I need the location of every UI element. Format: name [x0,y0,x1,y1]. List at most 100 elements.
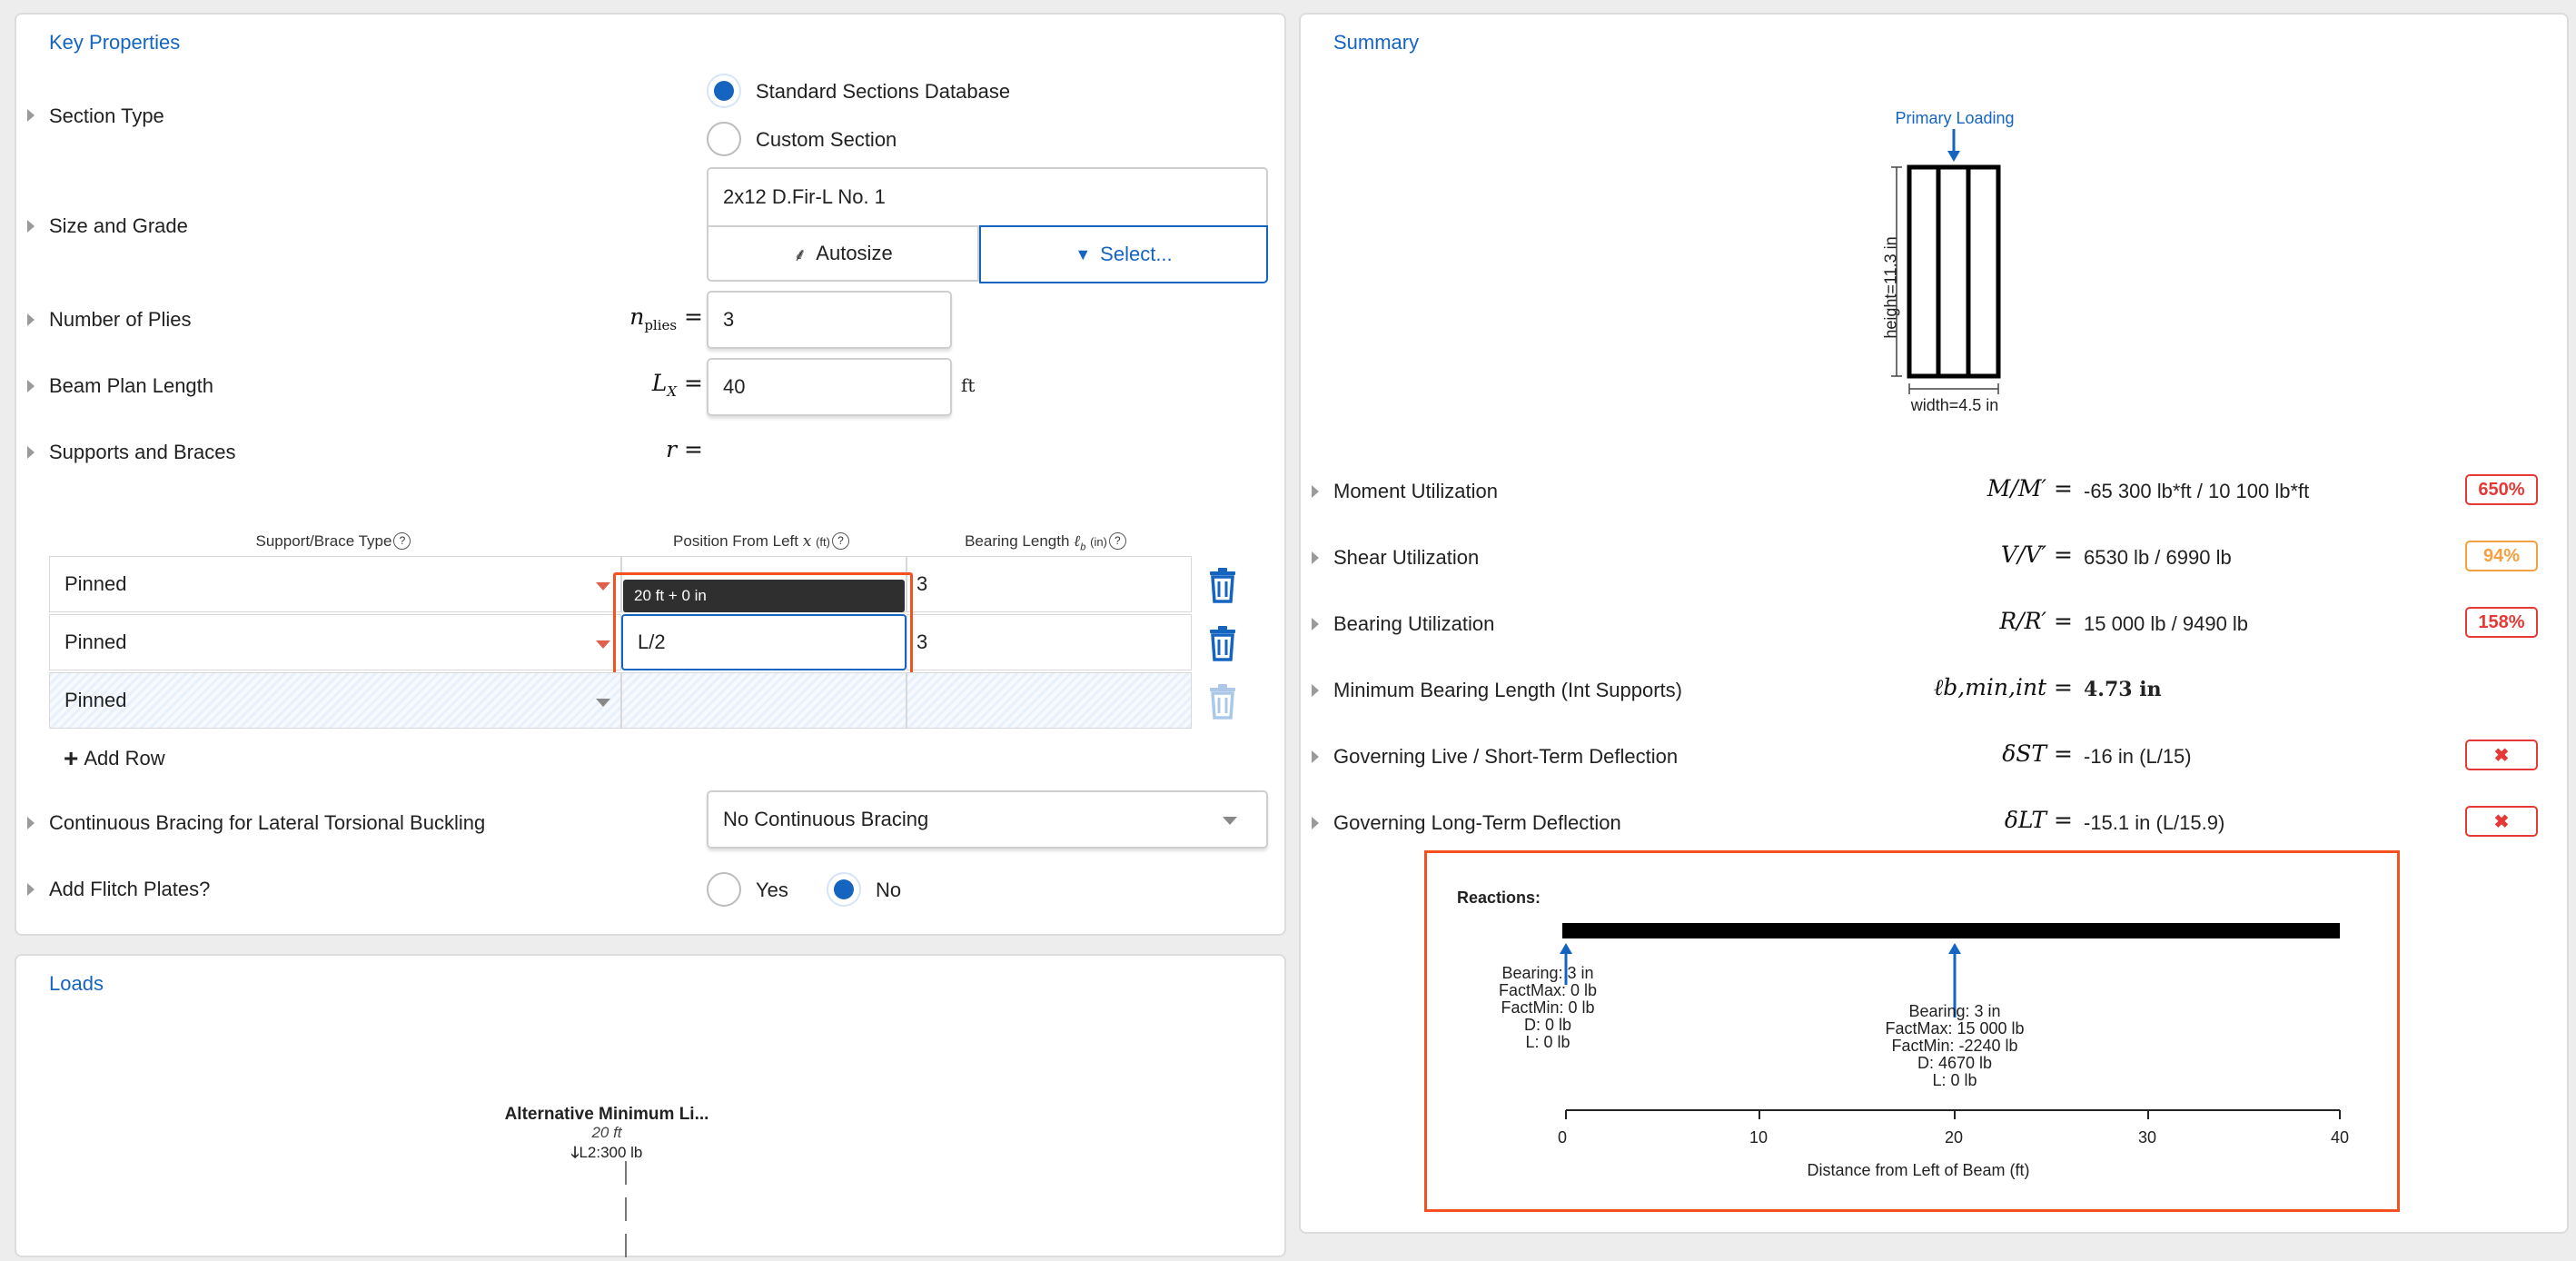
summary-panel: Summary Primary Loading height=11.3 in w… [1299,13,2569,1234]
support-type-select-3[interactable]: Pinned [49,672,621,729]
long-deflection-symbol: δLT = [2004,807,2073,833]
x-tick-label: 0 [1558,1128,1568,1147]
standard-sections-label[interactable]: Standard Sections Database [756,80,1010,104]
min-bearing-label: Minimum Bearing Length (Int Supports) [1333,679,1682,701]
position-input-3[interactable] [621,672,907,729]
dropdown-arrow-icon[interactable] [596,582,610,591]
moment-value: -65 300 lb*ft / 10 100 lb*ft [2084,480,2310,502]
min-bearing-value: 4.73 in [2084,678,2162,701]
support-type-value: Pinned [64,572,127,595]
bearing-expand-icon[interactable] [1312,618,1319,630]
standard-sections-radio[interactable] [707,74,741,108]
length-input[interactable]: 40 [707,358,952,416]
plies-input[interactable]: 3 [707,291,952,349]
flitch-no-radio[interactable] [827,872,861,907]
bearing-input-2[interactable]: 3 [907,614,1192,670]
flitch-label: Add Flitch Plates? [49,878,211,900]
support-type-select-1[interactable]: Pinned [49,556,621,612]
short-deflection-value: -16 in (L/15) [2084,745,2192,768]
plies-label: Number of Plies [49,308,192,331]
section-type-expand-icon[interactable] [27,109,35,122]
cross-section-diagram [1891,129,2001,394]
add-row-button[interactable]: + Add Row [64,744,165,772]
help-icon[interactable]: ? [1108,532,1126,550]
help-icon[interactable]: ? [393,532,411,550]
long-deflection-label: Governing Long-Term Deflection [1333,811,1621,834]
short-deflection-label: Governing Live / Short-Term Deflection [1333,745,1679,768]
x-tick-label: 40 [2331,1128,2350,1147]
support-type-select-2[interactable]: Pinned [49,614,621,670]
moment-status-badge: 650% [2465,474,2538,505]
length-unit: ft [961,374,976,396]
size-grade-expand-icon[interactable] [27,220,35,233]
short-deflection-symbol: δST = [2002,740,2073,767]
min-bearing-symbol: ℓb,min,int = [1933,674,2073,700]
x-axis-label: Distance from Left of Beam (ft) [1807,1161,2030,1179]
trash-icon [1210,684,1235,720]
shear-value: 6530 lb / 6990 lb [2084,546,2232,569]
length-expand-icon[interactable] [27,380,35,392]
length-label: Beam Plan Length [49,374,214,397]
flitch-yes-label[interactable]: Yes [756,879,788,902]
bearing-input-1[interactable]: 3 [907,556,1192,612]
key-properties-panel: Key Properties Section Type Standard Sec… [15,13,1286,936]
mid-reaction-text: Bearing: 3 in FactMax: 15 000 lb FactMin… [1885,1002,2025,1089]
key-properties-title: Key Properties [49,31,181,54]
position-header: Position From Left x (ft)? [620,532,902,551]
plus-icon: + [64,744,79,772]
moment-label: Moment Utilization [1333,480,1498,502]
shear-expand-icon[interactable] [1312,551,1319,564]
flitch-yes-radio[interactable] [707,872,741,907]
bearing-input-3[interactable] [907,672,1192,729]
section-height-label: height=11.3 in [1881,236,1900,339]
size-grade-field[interactable]: 2x12 D.Fir-L No. 1 [707,167,1268,227]
autosize-label: Autosize [816,242,893,264]
long-deflection-fail-icon: ✖ [2465,806,2538,837]
bearing-symbol: R/R′ = [1999,608,2073,634]
support-type-value: Pinned [64,630,127,653]
filter-icon: ▼ [1075,244,1092,263]
load-position: 20 ft [591,1124,622,1141]
supports-label: Supports and Braces [49,441,236,463]
plies-value: 3 [723,308,735,331]
bearing-status-badge: 158% [2465,607,2538,638]
select-section-button[interactable]: ▼ Select... [979,225,1268,283]
support-type-value: Pinned [64,689,127,711]
long-deflection-expand-icon[interactable] [1312,817,1319,829]
bearing-label: Bearing Utilization [1333,612,1495,635]
position-highlight-box [613,572,913,680]
loads-title: Loads [49,972,104,995]
custom-section-label[interactable]: Custom Section [756,128,897,152]
bracing-select[interactable]: No Continuous Bracing [707,790,1268,849]
short-deflection-expand-icon[interactable] [1312,750,1319,763]
support-type-header: Support/Brace Type? [49,532,618,551]
summary-title: Summary [1333,31,1420,54]
trash-icon[interactable] [1208,567,1237,603]
bearing-value: 15 000 lb / 9490 lb [2084,612,2249,635]
chevron-down-icon[interactable] [1223,817,1237,825]
magic-wand-icon: ⸙ [793,244,807,265]
load-line [625,1161,627,1261]
short-deflection-fail-icon: ✖ [2465,740,2538,770]
plies-expand-icon[interactable] [27,313,35,326]
autosize-button[interactable]: ⸙ Autosize [707,227,979,282]
min-bearing-expand-icon[interactable] [1312,684,1319,697]
flitch-expand-icon[interactable] [27,883,35,896]
dropdown-arrow-icon[interactable] [596,699,610,707]
size-grade-value: 2x12 D.Fir-L No. 1 [723,185,886,208]
bracing-expand-icon[interactable] [27,817,35,829]
x-tick-label: 30 [2138,1128,2157,1147]
section-type-label: Section Type [49,104,164,127]
help-icon[interactable]: ? [831,532,849,550]
dropdown-arrow-icon[interactable] [596,640,610,649]
flitch-no-label[interactable]: No [876,879,901,902]
custom-section-radio[interactable] [707,122,741,156]
shear-label: Shear Utilization [1333,546,1480,569]
moment-expand-icon[interactable] [1312,485,1319,498]
bracing-label: Continuous Bracing for Lateral Torsional… [49,811,486,834]
supports-expand-icon[interactable] [27,446,35,459]
load-name[interactable]: Alternative Minimum Li... [471,1105,743,1125]
shear-status-badge: 94% [2465,541,2538,571]
x-tick-label: 20 [1945,1128,1964,1147]
trash-icon[interactable] [1208,625,1237,661]
